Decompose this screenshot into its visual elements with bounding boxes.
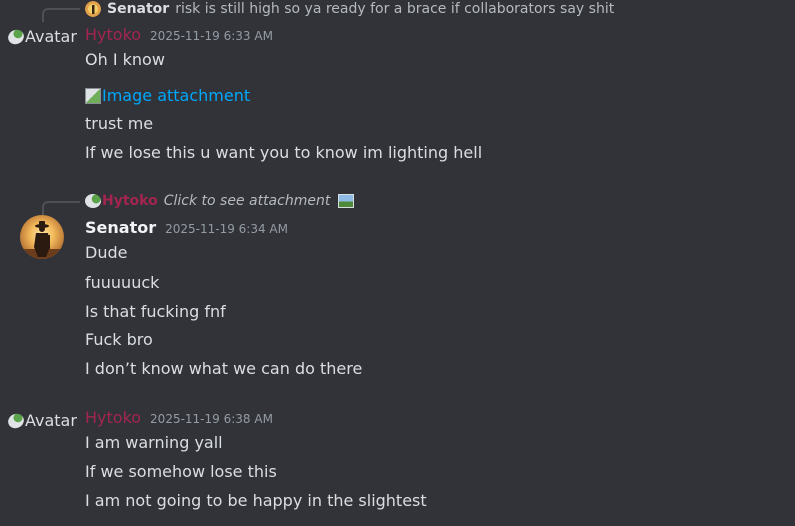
broken-image-icon: [5, 26, 27, 47]
senator-reply-avatar[interactable]: [85, 1, 101, 17]
reply-author[interactable]: Hytoko: [102, 193, 158, 209]
avatar-alt-text: Avatar: [25, 27, 77, 46]
message-header: Senator 2025-11-19 6:34 AM: [85, 218, 288, 237]
message-text: fuuuuuck: [85, 273, 160, 292]
avatar-alt-text: Avatar: [25, 411, 77, 430]
attachment-alt-text[interactable]: Image attachment: [102, 86, 250, 105]
reply-preview[interactable]: Hytoko Click to see attachment: [85, 192, 355, 210]
message-text: I am not going to be happy in the slight…: [85, 491, 427, 510]
message-header: Hytoko 2025-11-19 6:38 AM: [85, 408, 273, 427]
message-text: If we somehow lose this: [85, 462, 277, 481]
author-name[interactable]: Hytoko: [85, 408, 141, 427]
reply-text[interactable]: Click to see attachment: [164, 193, 331, 209]
reply-author[interactable]: Senator: [107, 1, 169, 17]
cowboy-silhouette-icon: [20, 215, 64, 259]
message-text: trust me: [85, 114, 154, 133]
reply-text[interactable]: risk is still high so ya ready for a bra…: [175, 1, 614, 17]
timestamp[interactable]: 2025-11-19 6:38 AM: [150, 412, 273, 426]
timestamp[interactable]: 2025-11-19 6:33 AM: [150, 29, 273, 43]
reply-preview[interactable]: Senator risk is still high so ya ready f…: [85, 0, 614, 18]
message-text: Fuck bro: [85, 330, 153, 349]
broken-image-icon[interactable]: [85, 194, 101, 208]
message-header: Hytoko 2025-11-19 6:33 AM: [85, 25, 273, 44]
image-icon: [338, 194, 355, 208]
author-name[interactable]: Hytoko: [85, 25, 141, 44]
chat-log: Senator risk is still high so ya ready f…: [0, 0, 795, 526]
message-text: Oh I know: [85, 50, 165, 69]
reply-connector: [42, 8, 80, 22]
senator-avatar[interactable]: [20, 215, 64, 259]
image-attachment[interactable]: Image attachment: [85, 86, 250, 105]
message-text: I am warning yall: [85, 433, 223, 452]
reply-connector: [42, 201, 80, 215]
broken-image-icon: [5, 410, 27, 431]
message-text: If we lose this u want you to know im li…: [85, 143, 483, 162]
timestamp[interactable]: 2025-11-19 6:34 AM: [165, 222, 288, 236]
broken-image-icon: [85, 87, 101, 104]
message-text: Dude: [85, 243, 128, 262]
author-name[interactable]: Senator: [85, 218, 156, 237]
message-text: Is that fucking fnf: [85, 302, 226, 321]
hytoko-avatar[interactable]: Avatar: [5, 26, 77, 47]
hytoko-avatar[interactable]: Avatar: [5, 410, 77, 431]
message-text: I don’t know what we can do there: [85, 359, 363, 378]
